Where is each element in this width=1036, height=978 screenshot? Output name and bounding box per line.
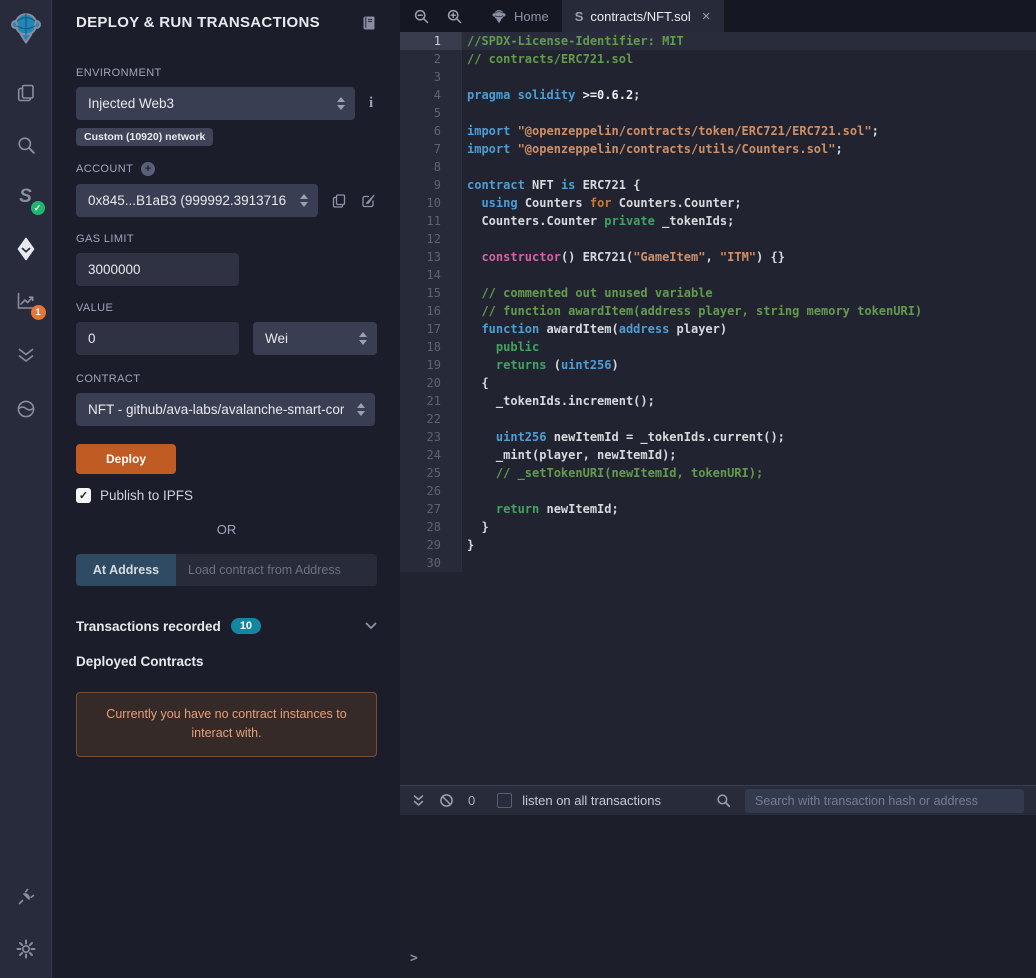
select-spinner-icon <box>357 403 365 416</box>
editor-area: Home S contracts/NFT.sol × 1//SPDX-Licen… <box>400 0 1036 978</box>
deploy-and-run-icon[interactable] <box>11 234 41 264</box>
code-line[interactable]: 22 <box>400 410 1036 428</box>
transactions-count-badge: 10 <box>230 618 262 634</box>
environment-info-icon[interactable]: i <box>369 95 373 112</box>
expand-terminal-icon[interactable] <box>412 794 425 808</box>
chevron-down-icon[interactable] <box>365 622 377 630</box>
code-line[interactable]: 28 } <box>400 518 1036 536</box>
contract-label: CONTRACT <box>76 373 141 385</box>
terminal-toolbar: 0 listen on all transactions <box>400 785 1036 815</box>
code-line[interactable]: 23 uint256 newItemId = _tokenIds.current… <box>400 428 1036 446</box>
code-line[interactable]: 4 pragma solidity >=0.6.2; <box>400 86 1036 104</box>
environment-label: ENVIRONMENT <box>76 67 162 79</box>
deploy-button[interactable]: Deploy <box>76 444 176 474</box>
transactions-recorded-label: Transactions recorded <box>76 618 221 634</box>
value-input[interactable]: 0 <box>76 322 239 355</box>
terminal-search-icon <box>716 793 731 808</box>
solidity-compiler-icon[interactable]: S ✓ <box>11 182 45 215</box>
code-line[interactable]: 12 <box>400 230 1036 248</box>
code-line[interactable]: 30 <box>400 554 1036 572</box>
docs-book-icon[interactable] <box>361 15 377 31</box>
copy-account-icon[interactable] <box>331 193 347 209</box>
code-line[interactable]: 10 using Counters for Counters.Counter; <box>400 194 1036 212</box>
zoom-in-icon[interactable] <box>442 4 466 28</box>
code-line[interactable]: 2// contracts/ERC721.sol <box>400 50 1036 68</box>
code-line[interactable]: 9 contract NFT is ERC721 { <box>400 176 1036 194</box>
solidity-icon: S <box>574 8 584 24</box>
terminal-output[interactable]: > <box>400 815 1036 978</box>
remix-logo-icon <box>492 9 506 23</box>
or-divider: OR <box>216 522 237 537</box>
tab-nft-sol[interactable]: S contracts/NFT.sol × <box>561 0 724 32</box>
contract-select[interactable]: NFT - github/ava-labs/avalanche-smart-co… <box>76 393 375 426</box>
listen-transactions-checkbox[interactable] <box>497 793 513 808</box>
analysis-icon[interactable]: 1 <box>11 286 46 320</box>
code-line[interactable]: 29} <box>400 536 1036 554</box>
code-line[interactable]: 8 <box>400 158 1036 176</box>
deploy-run-panel: DEPLOY & RUN TRANSACTIONS ENVIRONMENT In… <box>52 0 400 978</box>
terminal-search-input[interactable] <box>745 788 1024 813</box>
remix-logo-icon[interactable] <box>8 8 44 48</box>
listen-transactions-label: listen on all transactions <box>522 793 661 808</box>
compile-success-badge: ✓ <box>30 201 45 215</box>
pending-tx-count: 0 <box>468 793 476 808</box>
select-spinner-icon <box>300 194 308 207</box>
tab-home[interactable]: Home <box>478 0 562 32</box>
unit-testing-icon[interactable] <box>11 340 41 370</box>
plugin-manager-icon[interactable] <box>11 882 41 912</box>
account-select[interactable]: 0x845...B1aB3 (999992.3913716 <box>76 184 318 217</box>
code-line[interactable]: 16 // function awardItem(address player,… <box>400 302 1036 320</box>
code-line[interactable]: 6 import "@openzeppelin/contracts/token/E… <box>400 122 1036 140</box>
code-line[interactable]: 11 Counters.Counter private _tokenIds; <box>400 212 1036 230</box>
network-badge: Custom (10920) network <box>76 128 214 146</box>
deployed-contracts-label: Deployed Contracts <box>76 654 204 669</box>
code-line[interactable]: 24 _mint(player, newItemId); <box>400 446 1036 464</box>
account-label: ACCOUNT <box>76 163 134 175</box>
code-line[interactable]: 27 return newItemId; <box>400 500 1036 518</box>
gas-limit-label: GAS LIMIT <box>76 233 134 245</box>
select-spinner-icon <box>337 97 345 110</box>
code-line[interactable]: 18 public <box>400 338 1036 356</box>
edit-account-icon[interactable] <box>360 192 377 209</box>
file-explorer-icon[interactable] <box>11 78 41 108</box>
code-line[interactable]: 26 <box>400 482 1036 500</box>
add-account-icon[interactable]: + <box>141 162 156 176</box>
code-line[interactable]: 21 _tokenIds.increment(); <box>400 392 1036 410</box>
code-editor[interactable]: 1//SPDX-License-Identifier: MIT 2// contr… <box>400 32 1036 785</box>
code-line[interactable]: 13 constructor() ERC721("GameItem", "ITM… <box>400 248 1036 266</box>
code-lines: 1//SPDX-License-Identifier: MIT 2// contr… <box>400 32 1036 572</box>
publish-ipfs-label: Publish to IPFS <box>100 488 194 503</box>
terminal-prompt: > <box>410 951 418 966</box>
code-line[interactable]: 7 import "@openzeppelin/contracts/utils/C… <box>400 140 1036 158</box>
panel-title: DEPLOY & RUN TRANSACTIONS <box>76 14 320 31</box>
gas-limit-input[interactable]: 3000000 <box>76 253 239 286</box>
at-address-input[interactable] <box>176 554 377 586</box>
no-instances-message: Currently you have no contract instances… <box>76 692 377 757</box>
code-line[interactable]: 20 { <box>400 374 1036 392</box>
code-line[interactable]: 17 function awardItem(address player) <box>400 320 1036 338</box>
icon-sidebar: S ✓ 1 <box>0 0 52 978</box>
close-tab-icon[interactable]: × <box>702 9 711 24</box>
select-spinner-icon <box>359 332 367 345</box>
environment-select[interactable]: Injected Web3 <box>76 87 355 120</box>
code-line[interactable]: 3 <box>400 68 1036 86</box>
code-line[interactable]: 25 // _setTokenURI(newItemId, tokenURI); <box>400 464 1036 482</box>
search-icon[interactable] <box>11 130 41 160</box>
tab-bar: Home S contracts/NFT.sol × <box>400 0 1036 32</box>
code-line[interactable]: 14 <box>400 266 1036 284</box>
clear-console-icon[interactable] <box>439 793 454 808</box>
settings-icon[interactable] <box>11 934 41 964</box>
code-line[interactable]: 5 <box>400 104 1036 122</box>
analysis-count-badge: 1 <box>30 305 46 320</box>
publish-ipfs-checkbox[interactable]: ✓ <box>76 488 91 503</box>
value-unit-select[interactable]: Wei <box>253 322 377 355</box>
at-address-button[interactable]: At Address <box>76 554 176 586</box>
code-line[interactable]: 1//SPDX-License-Identifier: MIT <box>400 32 1036 50</box>
code-line[interactable]: 19 returns (uint256) <box>400 356 1036 374</box>
plugin-icon[interactable] <box>11 394 41 424</box>
value-label: VALUE <box>76 302 114 314</box>
code-line[interactable]: 15 // commented out unused variable <box>400 284 1036 302</box>
zoom-out-icon[interactable] <box>409 4 433 28</box>
